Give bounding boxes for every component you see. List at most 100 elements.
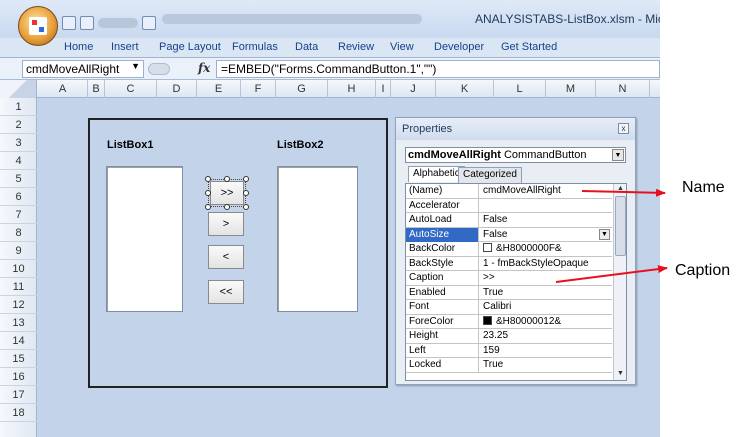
listbox2[interactable] <box>277 166 358 312</box>
listbox1[interactable] <box>106 166 183 312</box>
property-value[interactable]: True <box>480 358 612 372</box>
column-header-l[interactable]: L <box>494 80 546 98</box>
row-header-4[interactable]: 4 <box>0 152 37 170</box>
row-header-8[interactable]: 8 <box>0 224 37 242</box>
row-header-7[interactable]: 7 <box>0 206 37 224</box>
property-row[interactable]: Left 159 <box>406 343 612 358</box>
column-header-c[interactable]: C <box>105 80 157 98</box>
column-header-m[interactable]: M <box>546 80 596 98</box>
column-header-h[interactable]: H <box>328 80 376 98</box>
move-left-button[interactable]: < <box>208 245 244 269</box>
property-value[interactable]: False ▼ <box>480 228 612 242</box>
cancel-enter-icon[interactable] <box>148 63 170 75</box>
tab-categorized[interactable]: Categorized <box>458 167 522 183</box>
column-header-d[interactable]: D <box>157 80 197 98</box>
row-header-2[interactable]: 2 <box>0 116 37 134</box>
tab-view[interactable]: View <box>390 41 414 53</box>
row-header-6[interactable]: 6 <box>0 188 37 206</box>
chevron-down-icon[interactable]: ▼ <box>131 61 140 71</box>
chevron-down-icon[interactable]: ▼ <box>612 149 624 161</box>
row-header-9[interactable]: 9 <box>0 242 37 260</box>
property-value[interactable]: >> <box>480 271 612 285</box>
tab-insert[interactable]: Insert <box>111 41 139 53</box>
row-header-11[interactable]: 11 <box>0 278 37 296</box>
move-all-right-button[interactable]: >> <box>210 181 244 205</box>
column-header-b[interactable]: B <box>88 80 105 98</box>
property-value[interactable]: 1 - fmBackStyleOpaque <box>480 257 612 271</box>
property-row[interactable]: AutoLoad False <box>406 213 612 228</box>
resize-handle[interactable] <box>224 204 230 210</box>
name-box[interactable]: cmdMoveAllRight ▼ <box>22 60 144 78</box>
property-row[interactable]: Caption >> <box>406 271 612 286</box>
resize-handle[interactable] <box>224 176 230 182</box>
row-header-13[interactable]: 13 <box>0 314 37 332</box>
row-header-5[interactable]: 5 <box>0 170 37 188</box>
row-header-14[interactable]: 14 <box>0 332 37 350</box>
tab-developer[interactable]: Developer <box>434 41 484 53</box>
scrollbar-thumb[interactable] <box>615 196 626 256</box>
properties-scrollbar[interactable]: ▲ ▼ <box>613 184 626 380</box>
resize-handle[interactable] <box>243 190 249 196</box>
close-icon[interactable]: x <box>618 123 629 134</box>
move-all-left-button[interactable]: << <box>208 280 244 304</box>
property-row-selected[interactable]: AutoSize False ▼ <box>406 227 612 242</box>
resize-handle[interactable] <box>205 204 211 210</box>
column-header-i[interactable]: I <box>376 80 391 98</box>
property-value[interactable]: 23.25 <box>480 329 612 343</box>
property-value[interactable]: True <box>480 286 612 300</box>
row-header-3[interactable]: 3 <box>0 134 37 152</box>
insert-function-button[interactable]: fx <box>198 61 210 75</box>
tab-page-layout[interactable]: Page Layout <box>159 41 221 53</box>
tab-review[interactable]: Review <box>338 41 374 53</box>
property-value[interactable]: cmdMoveAllRight <box>480 184 612 198</box>
row-header-16[interactable]: 16 <box>0 368 37 386</box>
column-header-g[interactable]: G <box>276 80 328 98</box>
column-header-k[interactable]: K <box>436 80 494 98</box>
formula-input[interactable]: =EMBED("Forms.CommandButton.1","") <box>216 60 660 78</box>
tab-get-started[interactable]: Get Started <box>501 41 557 53</box>
column-header-a[interactable]: A <box>38 80 88 98</box>
property-value[interactable]: 159 <box>480 344 612 358</box>
row-header-18[interactable]: 18 <box>0 404 37 422</box>
tab-data[interactable]: Data <box>295 41 318 53</box>
resize-handle[interactable] <box>205 190 211 196</box>
redo-icon[interactable] <box>98 18 138 28</box>
chevron-down-icon[interactable]: ▼ <box>599 228 610 240</box>
customize-toolbar-icon[interactable] <box>142 16 156 30</box>
scroll-up-icon[interactable]: ▲ <box>616 185 625 193</box>
undo-icon[interactable] <box>80 16 94 30</box>
row-header-15[interactable]: 15 <box>0 350 37 368</box>
property-value[interactable] <box>480 199 612 213</box>
property-value[interactable]: False <box>480 213 612 227</box>
select-all-button[interactable] <box>0 80 37 98</box>
property-row[interactable]: Accelerator <box>406 198 612 213</box>
property-row[interactable]: BackColor &H8000000F& <box>406 242 612 257</box>
office-button[interactable] <box>18 6 58 46</box>
property-row[interactable]: (Name) cmdMoveAllRight <box>406 184 612 199</box>
row-header-10[interactable]: 10 <box>0 260 37 278</box>
tab-home[interactable]: Home <box>64 41 93 53</box>
property-value[interactable]: &H8000000F& <box>480 242 612 256</box>
properties-title[interactable]: Properties <box>396 118 635 140</box>
row-header-1[interactable]: 1 <box>0 98 37 116</box>
property-value[interactable]: Calibri <box>480 300 612 314</box>
tab-alphabetic[interactable]: Alphabetic <box>408 166 465 182</box>
resize-handle[interactable] <box>243 204 249 210</box>
column-header-n[interactable]: N <box>596 80 650 98</box>
tab-formulas[interactable]: Formulas <box>232 41 278 53</box>
property-value[interactable]: &H80000012& <box>480 315 612 329</box>
property-row[interactable]: Height 23.25 <box>406 329 612 344</box>
property-row[interactable]: Enabled True <box>406 285 612 300</box>
move-right-button[interactable]: > <box>208 212 244 236</box>
resize-handle[interactable] <box>205 176 211 182</box>
object-selector[interactable]: cmdMoveAllRight CommandButton ▼ <box>405 147 626 163</box>
property-row[interactable]: Font Calibri <box>406 300 612 315</box>
resize-handle[interactable] <box>243 176 249 182</box>
property-row[interactable]: BackStyle 1 - fmBackStyleOpaque <box>406 256 612 271</box>
property-row[interactable]: Locked True <box>406 358 612 373</box>
row-header-17[interactable]: 17 <box>0 386 37 404</box>
scroll-down-icon[interactable]: ▼ <box>616 370 625 378</box>
column-header-e[interactable]: E <box>197 80 241 98</box>
row-header-12[interactable]: 12 <box>0 296 37 314</box>
column-header-f[interactable]: F <box>241 80 276 98</box>
